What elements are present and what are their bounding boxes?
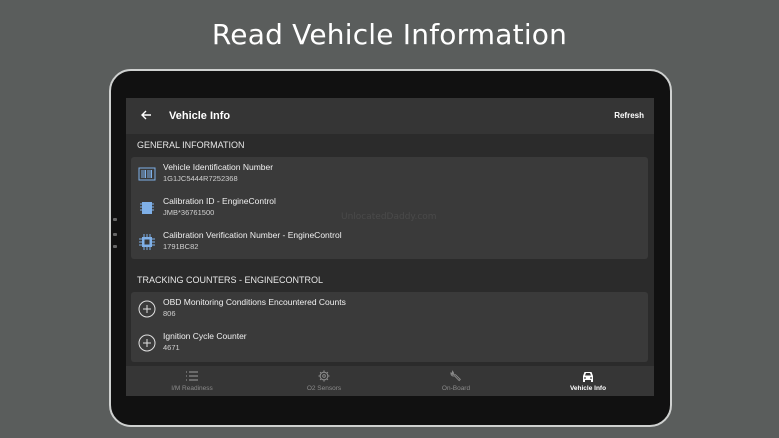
list-item[interactable]: Calibration Verification Number - Engine…	[131, 225, 648, 259]
row-label: Calibration Verification Number - Engine…	[163, 230, 342, 240]
list-item[interactable]: Vehicle Identification Number 1G1JC5444R…	[131, 157, 648, 191]
section-header-general: GENERAL INFORMATION	[137, 140, 245, 150]
nav-item-o2-sensors[interactable]: O2 Sensors	[258, 366, 390, 396]
list-icon	[186, 371, 198, 381]
nav-label: I/M Readiness	[171, 385, 213, 392]
side-button	[113, 233, 117, 236]
side-button	[113, 245, 117, 248]
row-value: 806	[163, 309, 176, 318]
page-title: Vehicle Info	[169, 110, 231, 122]
nav-label: Vehicle Info	[569, 385, 607, 392]
list-item[interactable]: Ignition Cycle Counter 4671	[131, 326, 648, 360]
section-header-tracking: TRACKING COUNTERS - ENGINECONTROL	[137, 275, 324, 285]
row-value: JMB*36761500	[163, 208, 215, 217]
chip-icon	[140, 202, 154, 214]
watermark: UnlocatedDaddy.com	[341, 212, 437, 222]
tracking-counters-card: OBD Monitoring Conditions Encountered Co…	[131, 292, 648, 362]
row-value: 4671	[163, 343, 180, 352]
car-icon	[583, 372, 593, 382]
app-screen: Vehicle Info Refresh GENERAL INFORMATION…	[126, 98, 654, 396]
row-value: 1791BC82	[163, 242, 199, 251]
row-label: Ignition Cycle Counter	[163, 331, 247, 341]
list-item[interactable]: OBD Monitoring Conditions Encountered Co…	[131, 292, 648, 326]
app-bar: Vehicle Info Refresh	[126, 98, 654, 134]
nav-item-on-board[interactable]: On-Board	[390, 366, 522, 396]
barcode-icon	[138, 167, 156, 181]
general-info-card: Vehicle Identification Number 1G1JC5444R…	[131, 157, 648, 259]
row-label: Vehicle Identification Number	[163, 162, 274, 172]
refresh-button[interactable]: Refresh	[614, 111, 644, 120]
plus-circle-icon	[138, 300, 156, 318]
nav-item-im-readiness[interactable]: I/M Readiness	[126, 366, 258, 396]
gear-icon	[318, 370, 330, 382]
side-button	[113, 218, 117, 221]
row-label: Calibration ID - EngineControl	[163, 196, 276, 206]
nav-label: On-Board	[441, 385, 471, 392]
nav-item-vehicle-info[interactable]: Vehicle Info	[522, 366, 654, 396]
chip-icon	[139, 234, 155, 250]
nav-label: O2 Sensors	[306, 385, 342, 392]
back-arrow-icon[interactable]	[126, 108, 162, 124]
row-label: OBD Monitoring Conditions Encountered Co…	[163, 297, 346, 307]
wrench-icon	[450, 370, 461, 382]
headline: Read Vehicle Information	[211, 18, 568, 51]
row-value: 1G1JC5444R7252368	[163, 174, 238, 183]
plus-circle-icon	[138, 334, 156, 352]
bottom-navigation: I/M Readiness O2 Sensors On-Board Vehicl…	[126, 366, 654, 396]
